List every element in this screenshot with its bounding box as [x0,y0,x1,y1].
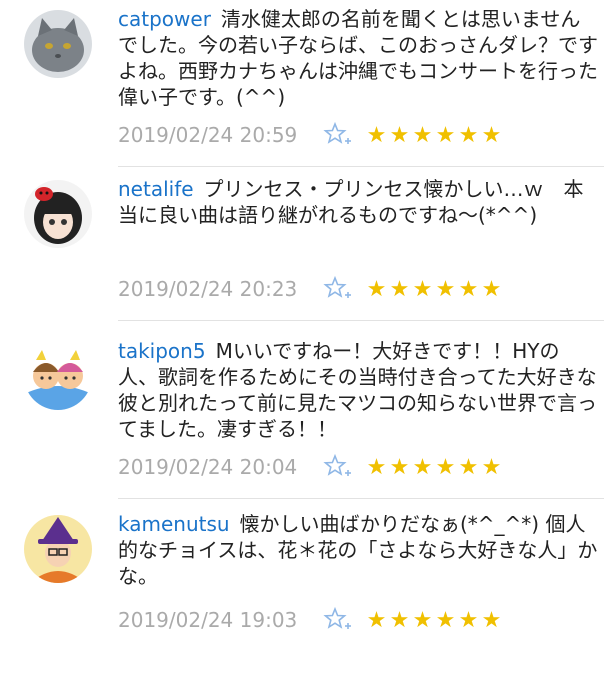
cartoon-kids-avatar-icon [24,342,92,410]
rating-stars: ★ ★ ★ ★ ★ ★ [365,608,503,633]
star-icon: ★ [458,276,479,302]
star-icon: ★ [366,607,387,633]
username-link[interactable]: kamenutsu [118,512,230,536]
star-icon: ★ [458,122,479,148]
star-icon: ★ [435,122,456,148]
star-icon: ★ [412,454,433,480]
username-link[interactable]: takipon5 [118,339,206,363]
avatar-cat[interactable] [24,10,92,78]
cat-avatar-icon [24,10,92,78]
star-plus-icon[interactable] [323,605,353,635]
star-icon: ★ [412,607,433,633]
comment-item: catpower 清水健太郎の名前を聞くとは思いませんでした。今の若い子ならば、こ… [0,0,604,168]
comment-item: takipon5 Mいいですねー！大好きです！！HYの人、歌詞を作るためにその当時… [0,332,604,500]
avatar-anime[interactable] [24,180,92,248]
username-link[interactable]: netalife [118,177,194,201]
star-icon: ★ [481,276,502,302]
comment-body: takipon5 Mいいですねー！大好きです！！HYの人、歌詞を作るためにその当時… [118,338,598,442]
star-plus-icon[interactable] [323,120,353,150]
comment-datetime: 2019/02/24 20:04 [118,455,298,479]
rating-stars: ★ ★ ★ ★ ★ ★ [365,277,503,302]
star-icon: ★ [366,454,387,480]
rating-stars: ★ ★ ★ ★ ★ ★ [365,123,503,148]
avatar-witch[interactable] [24,515,92,583]
star-icon: ★ [366,122,387,148]
star-icon: ★ [389,122,410,148]
comment-datetime: 2019/02/24 20:23 [118,277,298,301]
star-plus-icon[interactable] [323,274,353,304]
divider [118,320,604,321]
comment-meta: 2019/02/24 20:59 ★ ★ ★ ★ ★ ★ [118,120,503,150]
comment-meta: 2019/02/24 20:04 ★ ★ ★ ★ ★ ★ [118,452,503,482]
star-icon: ★ [389,607,410,633]
comment-item: kamenutsu 懐かしい曲ばかりだなぁ(*^_^*) 個人的なチョイスは、花＊… [0,505,604,673]
star-icon: ★ [458,454,479,480]
comment-body: kamenutsu 懐かしい曲ばかりだなぁ(*^_^*) 個人的なチョイスは、花＊… [118,511,598,589]
star-icon: ★ [389,276,410,302]
star-plus-icon[interactable] [323,452,353,482]
star-icon: ★ [435,607,456,633]
divider [118,166,604,167]
star-icon: ★ [412,122,433,148]
star-icon: ★ [366,276,387,302]
star-icon: ★ [481,454,502,480]
comment-datetime: 2019/02/24 20:59 [118,123,298,147]
avatar-kids[interactable] [24,342,92,410]
star-icon: ★ [412,276,433,302]
star-icon: ★ [435,454,456,480]
star-icon: ★ [481,607,502,633]
anime-girl-avatar-icon [24,180,92,248]
comment-meta: 2019/02/24 20:23 ★ ★ ★ ★ ★ ★ [118,274,503,304]
star-icon: ★ [435,276,456,302]
witch-hat-avatar-icon [24,515,92,583]
star-icon: ★ [458,607,479,633]
comment-item: netalife プリンセス・プリンセス懐かしい…ｗ 本当に良い曲は語り継がれるも… [0,170,604,338]
comment-body: catpower 清水健太郎の名前を聞くとは思いませんでした。今の若い子ならば、こ… [118,6,598,110]
star-icon: ★ [389,454,410,480]
star-icon: ★ [481,122,502,148]
username-link[interactable]: catpower [118,7,211,31]
rating-stars: ★ ★ ★ ★ ★ ★ [365,455,503,480]
comment-datetime: 2019/02/24 19:03 [118,608,298,632]
comment-meta: 2019/02/24 19:03 ★ ★ ★ ★ ★ ★ [118,605,503,635]
comment-body: netalife プリンセス・プリンセス懐かしい…ｗ 本当に良い曲は語り継がれるも… [118,176,598,228]
divider [118,498,604,499]
